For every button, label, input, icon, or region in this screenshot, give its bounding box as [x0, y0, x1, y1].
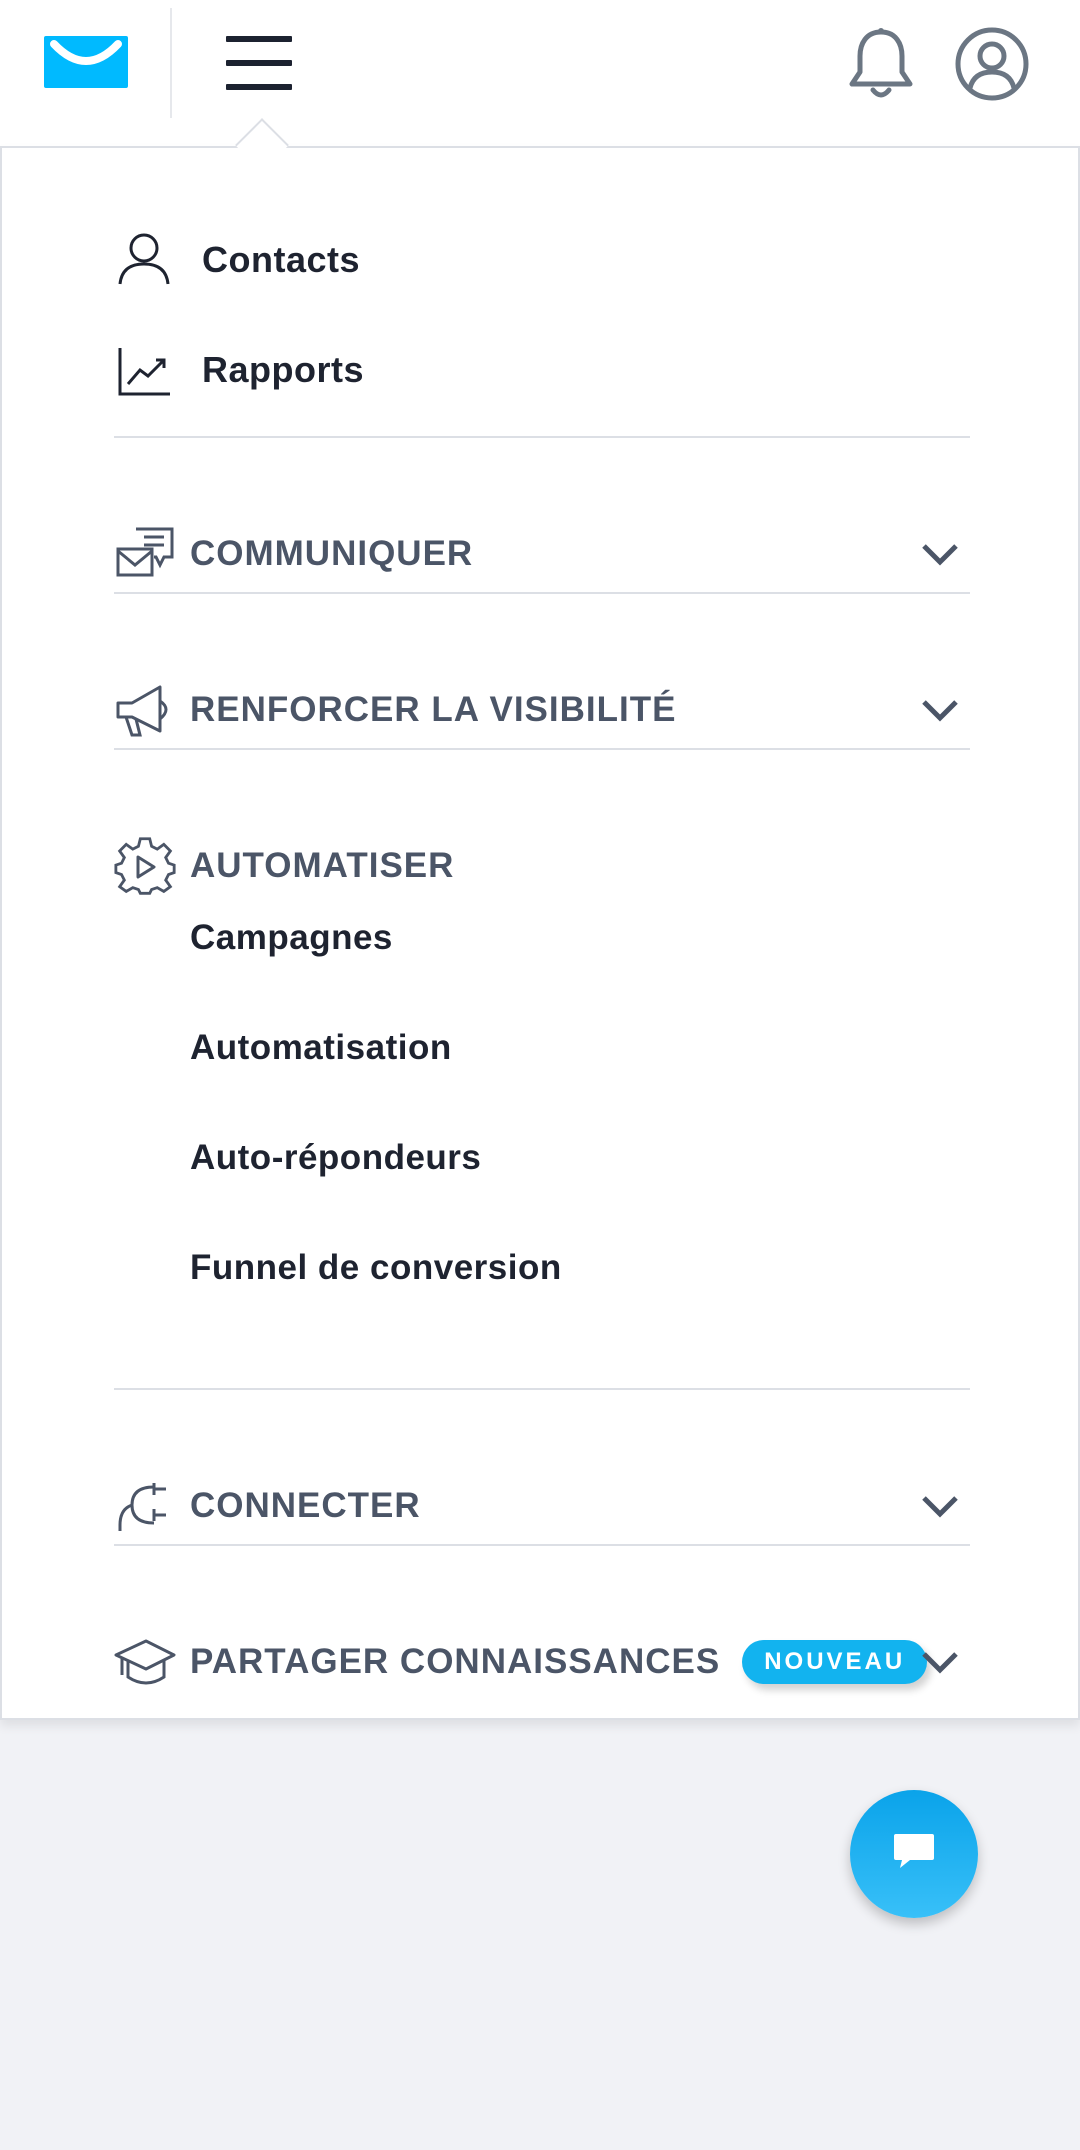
hamburger-icon[interactable]	[226, 34, 294, 92]
megaphone-icon	[114, 679, 176, 741]
submenu-item-auto-repondeurs[interactable]: Auto-répondeurs	[190, 1128, 481, 1188]
mail-chat-icon	[114, 523, 176, 585]
section-communiquer[interactable]: COMMUNIQUER	[114, 514, 970, 594]
separator	[114, 748, 970, 750]
submenu-item-automatisation[interactable]: Automatisation	[190, 1018, 452, 1078]
new-badge: NOUVEAU	[742, 1640, 928, 1684]
separator	[114, 1544, 970, 1546]
page: Contacts Rapports COMMUNIQUER RENFORCER …	[0, 0, 1080, 2150]
separator	[114, 436, 970, 438]
header-divider	[170, 8, 172, 118]
section-renforcer-visibilite[interactable]: RENFORCER LA VISIBILITÉ	[114, 670, 970, 750]
menu-item-contacts[interactable]: Contacts	[114, 224, 974, 296]
menu-item-label: Contacts	[202, 239, 361, 280]
section-label: PARTAGER CONNAISSANCES	[190, 1642, 721, 1681]
plug-icon	[114, 1475, 176, 1537]
section-automatiser[interactable]: AUTOMATISER	[114, 826, 970, 906]
user-icon	[114, 230, 174, 290]
separator	[114, 1388, 970, 1390]
gear-play-icon	[114, 835, 176, 897]
navigation-menu: Contacts Rapports COMMUNIQUER RENFORCER …	[0, 146, 1080, 1720]
section-label: RENFORCER LA VISIBILITÉ	[190, 690, 677, 729]
menu-item-label: Rapports	[202, 349, 365, 390]
section-connecter[interactable]: CONNECTER	[114, 1466, 970, 1546]
chevron-down-icon[interactable]	[920, 692, 960, 728]
separator	[114, 592, 970, 594]
bell-icon[interactable]	[846, 26, 916, 102]
chat-bubble-icon	[892, 1832, 936, 1877]
submenu-item-funnel-conversion[interactable]: Funnel de conversion	[190, 1238, 562, 1298]
section-label: COMMUNIQUER	[190, 534, 474, 573]
user-circle-icon[interactable]	[954, 26, 1030, 102]
section-partager-connaissances[interactable]: PARTAGER CONNAISSANCES NOUVEAU	[114, 1622, 970, 1702]
submenu-item-campagnes[interactable]: Campagnes	[190, 908, 393, 968]
top-header	[0, 0, 1080, 146]
chevron-down-icon[interactable]	[920, 1488, 960, 1524]
chevron-down-icon[interactable]	[920, 536, 960, 572]
graduation-cap-icon	[114, 1631, 176, 1693]
chevron-down-icon[interactable]	[920, 1644, 960, 1680]
chat-button[interactable]	[850, 1790, 978, 1918]
brand-logo-icon[interactable]	[44, 36, 128, 88]
section-label: AUTOMATISER	[190, 846, 455, 885]
menu-item-rapports[interactable]: Rapports	[114, 334, 974, 406]
section-label: CONNECTER	[190, 1486, 421, 1525]
chart-line-icon	[114, 340, 174, 400]
